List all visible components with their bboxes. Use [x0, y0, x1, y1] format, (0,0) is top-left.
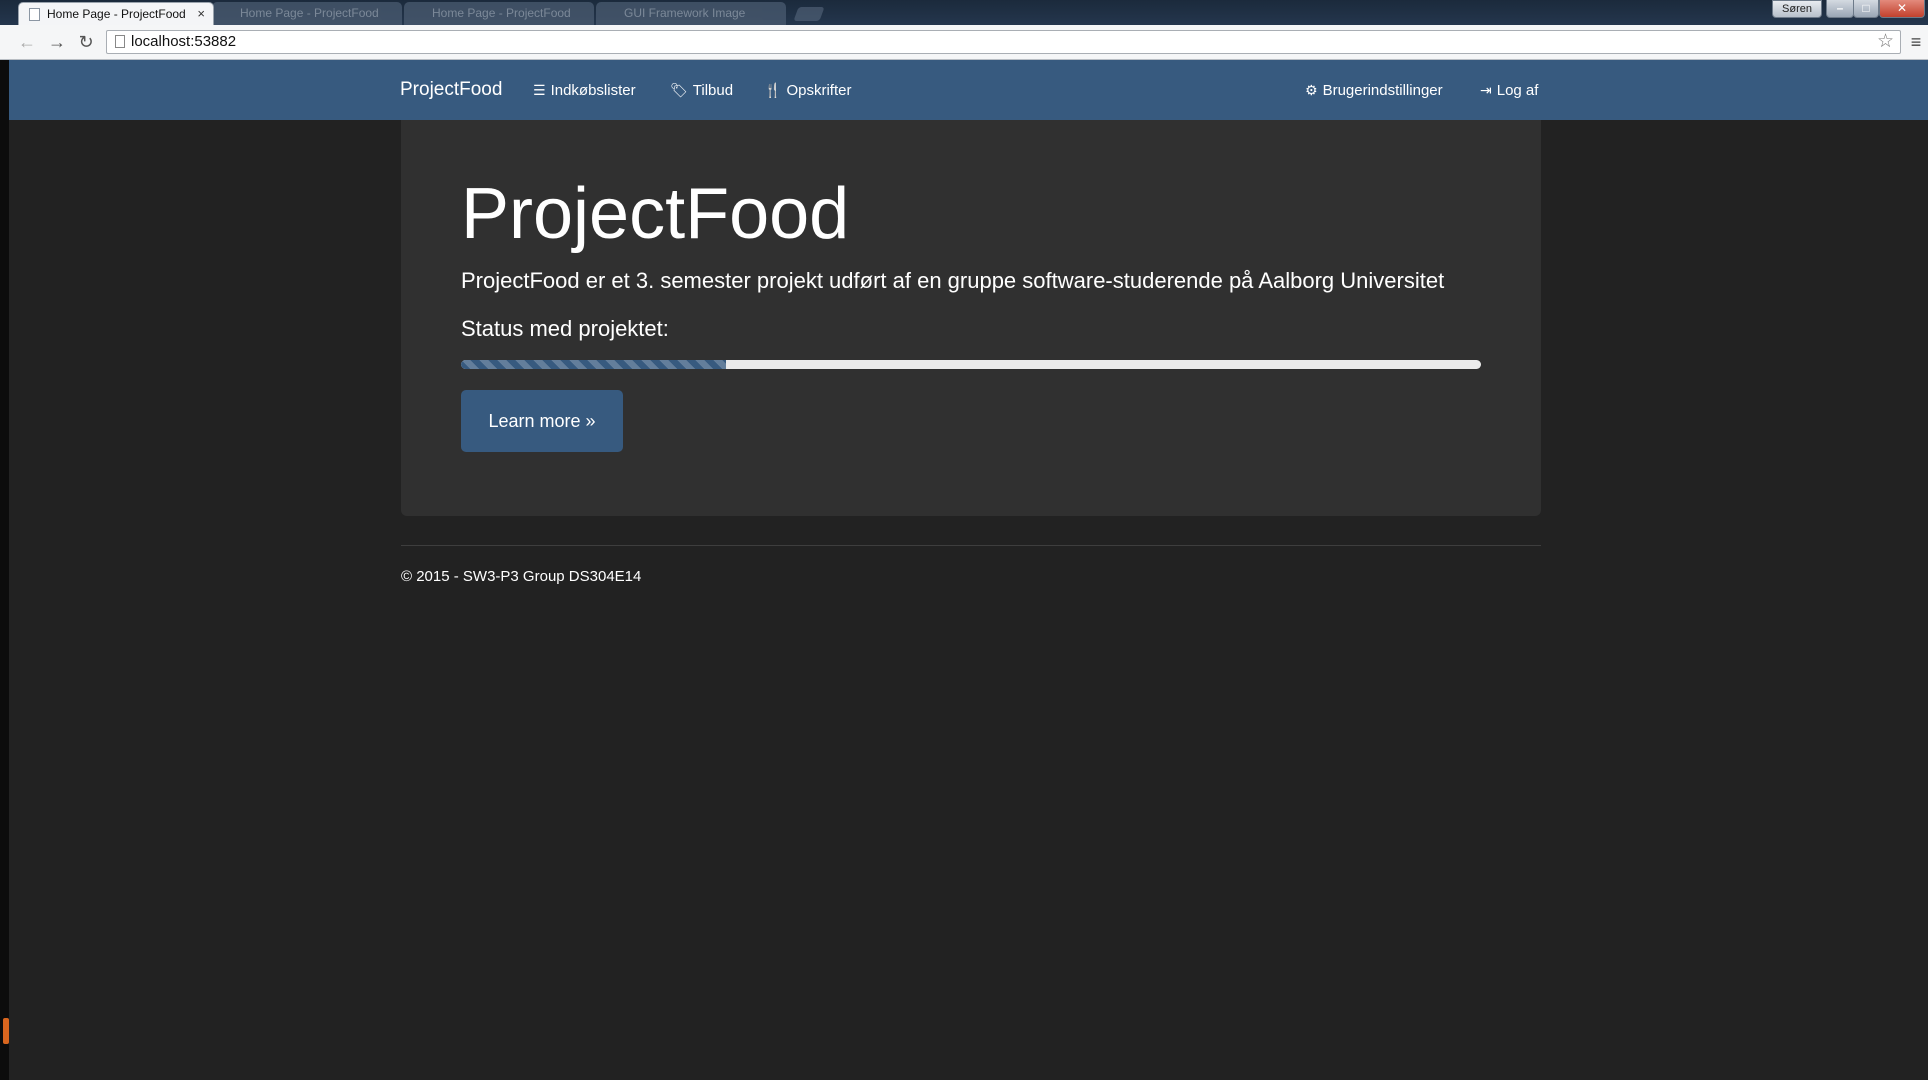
browser-tab-active[interactable]: Home Page - ProjectFood ×: [18, 2, 214, 25]
tab-title: GUI Framework Image: [624, 6, 746, 20]
forward-arrow-icon[interactable]: →: [46, 31, 68, 53]
logout-icon: ⇥: [1480, 82, 1492, 98]
new-tab-button[interactable]: [793, 7, 825, 21]
nav-link-label: Indkøbslister: [550, 82, 636, 99]
list-icon: ☰: [533, 82, 546, 98]
gear-icon: ⚙: [1305, 82, 1318, 98]
taskbar-edge-marker: [3, 1018, 9, 1044]
site-navbar: ProjectFood ☰ Indkøbslister 🏷 Tilbud 🍴 Opsk…: [9, 60, 1928, 120]
page-title: ProjectFood: [461, 174, 850, 254]
bookmark-star-icon[interactable]: ☆: [1877, 31, 1894, 53]
project-progress-bar: [461, 360, 1481, 369]
left-window-edge: [0, 60, 9, 1080]
browser-tab[interactable]: Home Page - ProjectFood: [404, 2, 594, 25]
page-favicon-icon: [29, 8, 40, 21]
window-minimize-button[interactable]: –: [1826, 0, 1854, 18]
address-bar[interactable]: ☆: [106, 30, 1901, 54]
learn-more-button[interactable]: Learn more »: [461, 390, 623, 452]
browser-tab[interactable]: GUI Framework Image: [596, 2, 786, 25]
nav-link-logout[interactable]: ⇥ Log af: [1480, 60, 1538, 121]
page-icon: [115, 35, 125, 48]
reload-icon[interactable]: ↻: [75, 31, 97, 53]
address-input[interactable]: [131, 31, 1831, 53]
window-close-button[interactable]: ✕: [1879, 0, 1925, 18]
tab-title: Home Page - ProjectFood: [47, 7, 186, 21]
nav-link-recipes[interactable]: 🍴 Opskrifter: [764, 60, 851, 121]
nav-link-offers[interactable]: 🏷 Tilbud: [670, 60, 733, 121]
nav-link-user-settings[interactable]: ⚙ Brugerindstillinger: [1305, 60, 1443, 121]
nav-link-shopping-lists[interactable]: ☰ Indkøbslister: [533, 60, 636, 121]
browser-menu-icon[interactable]: ≡: [1905, 31, 1927, 53]
browser-tab-strip: Home Page - ProjectFood × Home Page - Pr…: [0, 0, 1928, 25]
nav-link-label: Log af: [1496, 82, 1539, 99]
back-arrow-icon[interactable]: ←: [16, 31, 38, 53]
progress-fill: [461, 360, 727, 369]
tag-icon: 🏷: [670, 82, 688, 98]
status-label: Status med projektet:: [461, 316, 669, 341]
tab-close-icon[interactable]: ×: [197, 3, 205, 25]
lead-text: ProjectFood er et 3. semester projekt ud…: [461, 268, 1445, 293]
window-maximize-button[interactable]: □: [1853, 0, 1879, 18]
tab-title: Home Page - ProjectFood: [240, 6, 379, 20]
jumbotron: ProjectFood ProjectFood er et 3. semeste…: [401, 120, 1541, 516]
nav-link-label: Tilbud: [692, 82, 734, 99]
footer-copyright: © 2015 - SW3-P3 Group DS304E14: [401, 568, 642, 585]
footer-divider: [401, 545, 1541, 546]
tab-title: Home Page - ProjectFood: [432, 6, 571, 20]
browser-user-button[interactable]: Søren: [1772, 0, 1822, 18]
cutlery-icon: 🍴: [764, 82, 782, 98]
navbar-brand[interactable]: ProjectFood: [400, 60, 502, 120]
nav-link-label: Opskrifter: [786, 82, 852, 99]
browser-toolbar: ← → ↻ ☆ ≡: [0, 25, 1928, 60]
nav-link-label: Brugerindstillinger: [1322, 82, 1443, 99]
browser-tab[interactable]: Home Page - ProjectFood: [212, 2, 402, 25]
